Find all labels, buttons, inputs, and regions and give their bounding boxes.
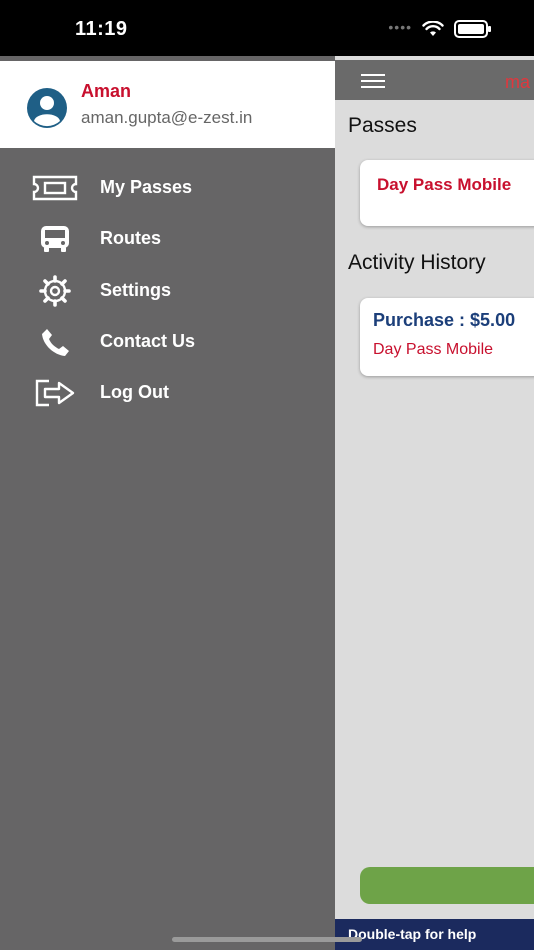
app-title: ma: [505, 72, 531, 92]
activity-item-name: Day Pass Mobile: [373, 341, 494, 358]
status-time: 11:19: [75, 18, 128, 40]
gear-icon: [30, 273, 80, 309]
ticket-icon: [30, 170, 80, 206]
home-indicator[interactable]: [172, 937, 362, 942]
phone-icon: [30, 324, 80, 360]
menu-item-log-out[interactable]: Log Out: [0, 370, 335, 416]
activity-card[interactable]: Purchase : $5.00 Day Pass Mobile: [360, 298, 534, 376]
help-bar[interactable]: Double-tap for help: [335, 919, 534, 950]
wifi-icon: [422, 21, 444, 36]
status-bar: 11:19 ••••: [0, 0, 534, 56]
hamburger-menu-icon[interactable]: [361, 74, 385, 88]
app-bar: ma: [335, 60, 534, 100]
menu-item-settings[interactable]: Settings: [0, 268, 335, 314]
menu-label: Routes: [100, 228, 162, 248]
user-email: aman.gupta@e-zest.in: [81, 108, 253, 127]
bus-icon: [30, 221, 80, 257]
pass-card[interactable]: Day Pass Mobile: [360, 160, 534, 226]
help-text: Double-tap for help: [348, 926, 477, 942]
logout-icon: [30, 375, 80, 411]
menu-item-routes[interactable]: Routes: [0, 216, 335, 262]
menu-label: Settings: [100, 280, 172, 300]
user-name: Aman: [81, 81, 132, 101]
activity-history-title: Activity History: [348, 251, 486, 274]
menu-item-contact-us[interactable]: Contact Us: [0, 319, 335, 365]
navigation-drawer: Aman aman.gupta@e-zest.in My Passes Rout…: [0, 56, 335, 950]
battery-icon: [454, 20, 491, 38]
menu-label: Contact Us: [100, 331, 196, 351]
signal-icon: ••••: [388, 19, 412, 35]
activity-amount: Purchase : $5.00: [373, 310, 516, 330]
passes-title: Passes: [348, 114, 417, 137]
action-button[interactable]: [360, 867, 534, 904]
status-icons: ••••: [388, 19, 491, 38]
user-avatar-icon: [27, 88, 67, 128]
menu-item-my-passes[interactable]: My Passes: [0, 165, 335, 211]
pass-name: Day Pass Mobile: [377, 175, 512, 194]
menu-label: Log Out: [100, 382, 169, 402]
menu-label: My Passes: [100, 177, 193, 197]
drawer-header: Aman aman.gupta@e-zest.in: [0, 61, 335, 148]
